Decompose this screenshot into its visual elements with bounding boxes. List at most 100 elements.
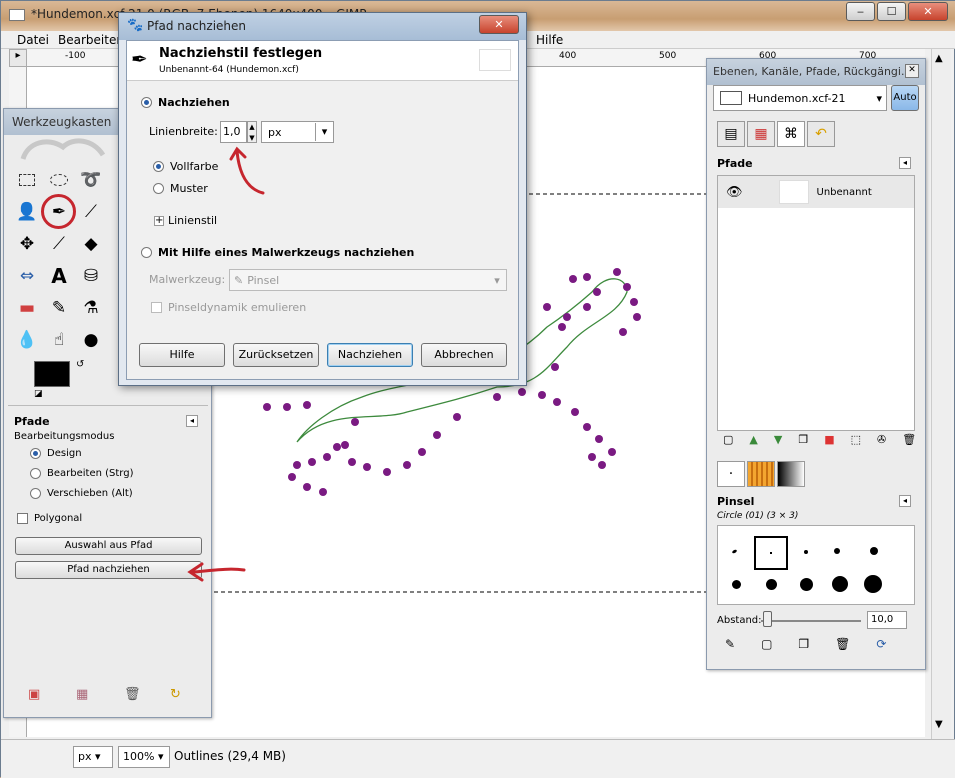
- bucket-fill-icon[interactable]: ⛁: [78, 263, 104, 289]
- opt-stroke-line[interactable]: Nachziehen: [141, 96, 230, 109]
- lasso-icon[interactable]: ➰: [78, 167, 104, 193]
- brush-grid[interactable]: [717, 525, 915, 605]
- mode-edit[interactable]: Bearbeiten (Strg): [30, 468, 133, 479]
- brush-item[interactable]: [804, 550, 808, 554]
- dialog-close-button[interactable]: ✕: [479, 15, 519, 34]
- line-width-input[interactable]: 1,0: [220, 121, 247, 143]
- paint-along-path-icon[interactable]: ✇: [877, 433, 886, 446]
- flip-tool-icon[interactable]: ⇔: [14, 263, 40, 289]
- ink-tool-icon[interactable]: ⚗: [78, 295, 104, 321]
- image-selector[interactable]: Hundemon.xcf-21 ▾: [713, 85, 887, 111]
- path-row[interactable]: 👁 Unbenannt: [718, 176, 914, 208]
- scroll-up-arrow[interactable]: ▲: [935, 53, 943, 64]
- emulate-dynamics-checkbox[interactable]: Pinseldynamik emulieren: [151, 301, 306, 314]
- visibility-eye-icon[interactable]: 👁: [726, 185, 743, 200]
- menu-arrow-icon[interactable]: ◂: [899, 157, 911, 169]
- brush-item[interactable]: [766, 579, 777, 590]
- patterns-tab-icon[interactable]: [747, 461, 775, 487]
- duplicate-brush-icon[interactable]: ❐: [798, 637, 809, 651]
- foreground-select-icon[interactable]: 👤: [14, 199, 40, 225]
- minimize-button[interactable]: ‒: [846, 2, 875, 21]
- maximize-button[interactable]: ☐: [877, 2, 906, 21]
- reset-options-icon[interactable]: ↻: [170, 687, 181, 702]
- brush-item[interactable]: [732, 580, 741, 589]
- zoom-select[interactable]: 100% ▾: [118, 746, 170, 768]
- brush-item[interactable]: [800, 578, 813, 591]
- spacing-input[interactable]: 10,0: [867, 611, 907, 629]
- menu-hilfe[interactable]: Hilfe: [536, 33, 563, 47]
- swap-colors-icon[interactable]: ↺: [76, 359, 84, 370]
- edit-brush-icon[interactable]: ✎: [725, 637, 735, 651]
- color-picker-icon[interactable]: ⟋: [78, 199, 104, 225]
- path-to-selection-icon[interactable]: ■: [824, 433, 834, 446]
- unit-select[interactable]: px ▾: [73, 746, 113, 768]
- help-button[interactable]: Hilfe: [139, 343, 225, 367]
- quick-mask-corner[interactable]: ▸: [9, 49, 27, 67]
- stroke-button[interactable]: Nachziehen: [327, 343, 413, 367]
- delete-brush-icon[interactable]: 🗑: [835, 637, 850, 651]
- airbrush-icon[interactable]: ✎: [46, 295, 72, 321]
- layers-tab-icon[interactable]: ▤: [717, 121, 745, 147]
- foreground-color[interactable]: [34, 361, 70, 387]
- crop-tool-icon[interactable]: ⟋: [46, 231, 72, 257]
- opt-paint-tool[interactable]: Mit Hilfe eines Malwerkzeugs nachziehen: [141, 246, 414, 259]
- text-tool-icon[interactable]: A: [46, 263, 72, 289]
- line-style-expander[interactable]: + Linienstil: [154, 214, 217, 227]
- reset-button[interactable]: Zurücksetzen: [233, 343, 319, 367]
- auto-button[interactable]: Auto: [891, 85, 919, 111]
- move-tool-icon[interactable]: ✥: [14, 231, 40, 257]
- lower-path-icon[interactable]: ▼: [774, 433, 782, 446]
- spacing-slider[interactable]: [761, 620, 861, 622]
- polygonal-checkbox[interactable]: Polygonal: [17, 513, 82, 524]
- new-brush-icon[interactable]: ▢: [761, 637, 772, 651]
- unit-dropdown[interactable]: px ▾: [261, 121, 334, 143]
- delete-options-icon[interactable]: 🗑: [124, 687, 141, 702]
- undo-tab-icon[interactable]: ↶: [807, 121, 835, 147]
- brushes-tab-icon[interactable]: ·: [717, 461, 745, 487]
- brush-item[interactable]: [870, 547, 878, 555]
- menu-datei[interactable]: Datei: [17, 33, 49, 47]
- transform-tool-icon[interactable]: ◆: [78, 231, 104, 257]
- delete-path-icon[interactable]: 🗑: [902, 433, 916, 446]
- brush-selected[interactable]: [754, 536, 788, 570]
- selection-to-path-icon[interactable]: ⬚: [851, 433, 861, 446]
- gradients-tab-icon[interactable]: [777, 461, 805, 487]
- mode-move[interactable]: Verschieben (Alt): [30, 488, 133, 499]
- duplicate-path-icon[interactable]: ❐: [798, 433, 808, 446]
- cancel-button[interactable]: Abbrechen: [421, 343, 507, 367]
- blur-tool-icon[interactable]: 💧: [14, 327, 40, 353]
- stroke-path-button[interactable]: Pfad nachziehen: [15, 561, 202, 579]
- refresh-brushes-icon[interactable]: ⟳: [876, 637, 886, 651]
- fill-pattern-radio[interactable]: Muster: [153, 182, 208, 195]
- smudge-tool-icon[interactable]: ☝: [46, 327, 72, 353]
- mode-design[interactable]: Design: [30, 448, 82, 459]
- menu-arrow-icon[interactable]: ◂: [899, 495, 911, 507]
- menu-bearbeiten[interactable]: Bearbeiten: [58, 33, 124, 47]
- paint-tool-dropdown[interactable]: ✎ Pinsel ▾: [229, 269, 507, 291]
- default-colors-icon[interactable]: ◪: [34, 389, 43, 399]
- restore-options-icon[interactable]: ▦: [76, 687, 88, 702]
- raise-path-icon[interactable]: ▲: [749, 433, 757, 446]
- line-width-spinner[interactable]: ▲ ▼: [247, 121, 257, 143]
- brush-item[interactable]: [731, 548, 738, 555]
- rect-select-icon[interactable]: [14, 167, 40, 193]
- selection-from-path-button[interactable]: Auswahl aus Pfad: [15, 537, 202, 555]
- paths-tab-icon[interactable]: ⌘: [777, 121, 805, 147]
- brush-item[interactable]: [864, 575, 882, 593]
- vertical-scrollbar[interactable]: ▲ ▼: [931, 49, 951, 739]
- brush-item[interactable]: [832, 576, 848, 592]
- slider-handle[interactable]: [763, 611, 772, 627]
- brush-item[interactable]: [834, 548, 840, 554]
- scroll-down-arrow[interactable]: ▼: [935, 719, 943, 730]
- paths-tool-icon[interactable]: ✒: [41, 194, 76, 229]
- eraser-icon[interactable]: ▬: [14, 295, 40, 321]
- close-button[interactable]: ✕: [908, 2, 948, 21]
- fill-solid-radio[interactable]: Vollfarbe: [153, 160, 218, 173]
- save-options-icon[interactable]: ▣: [28, 687, 40, 702]
- dock-close-icon[interactable]: ✕: [905, 64, 919, 78]
- dodge-burn-icon[interactable]: ●: [78, 327, 104, 353]
- new-path-icon[interactable]: ▢: [723, 433, 733, 446]
- menu-arrow-icon[interactable]: ◂: [186, 415, 198, 427]
- channels-tab-icon[interactable]: ▦: [747, 121, 775, 147]
- ellipse-select-icon[interactable]: [46, 167, 72, 193]
